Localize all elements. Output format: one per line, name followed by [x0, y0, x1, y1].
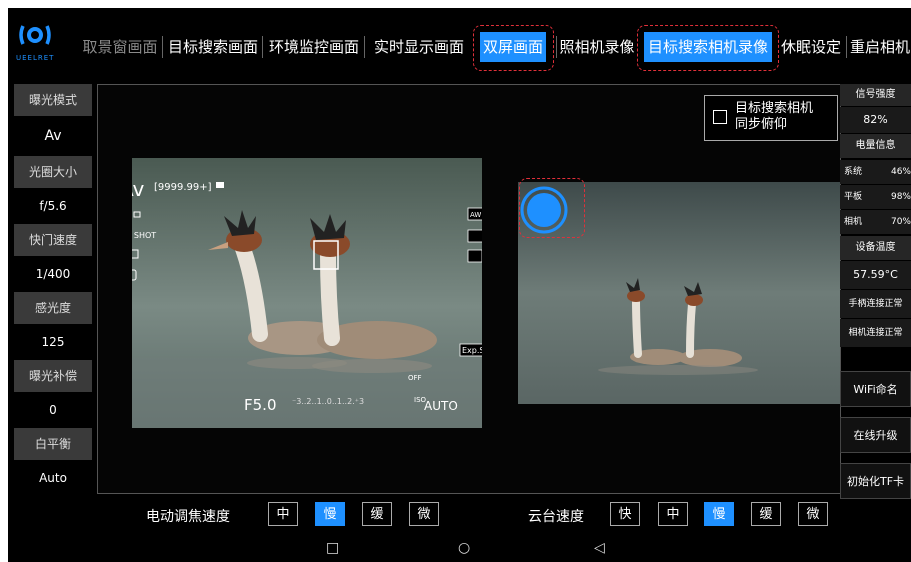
speed-control-bar: 电动调焦速度 中 慢 缓 微 云台速度 快 中 慢 缓 微 [8, 498, 911, 538]
ptz-speed-fast[interactable]: 快 [610, 502, 640, 526]
focus-speed-micro[interactable]: 微 [409, 502, 439, 526]
battery-info-label: 电量信息 [840, 134, 911, 158]
aperture-label: 光圈大小 [14, 156, 92, 188]
tab-camera-recording[interactable]: 照相机录像 [558, 32, 636, 62]
tab-divider [846, 36, 847, 58]
sync-label-line2: 同步俯仰 [735, 117, 788, 132]
focus-speed-gentle[interactable]: 缓 [362, 502, 392, 526]
mode-indicator: Av [132, 177, 145, 201]
shots-remaining: [9999.99+] [154, 182, 212, 193]
online-upgrade-button[interactable]: 在线升级 [840, 417, 911, 453]
home-icon[interactable]: ○ [458, 540, 470, 556]
battery-system-name: 系统 [844, 167, 863, 177]
system-nav-bar: □ ○ ◁ [8, 538, 911, 562]
highlight-outline [473, 25, 554, 71]
highlight-outline [637, 25, 779, 71]
white-balance-value[interactable]: Auto [14, 462, 92, 494]
focus-speed-medium[interactable]: 中 [268, 502, 298, 526]
aperture-readout: F5.0 [244, 396, 276, 414]
dual-view-area: 目标搜索相机 同步俯仰 v [9999.99+] SHOT AW Exp.S O… [97, 84, 841, 494]
exposure-mode-value[interactable]: Av [14, 118, 92, 154]
checkbox-box[interactable] [713, 110, 727, 124]
format-tf-card-button[interactable]: 初始化TF卡 [840, 463, 911, 499]
image-quality-icon [467, 249, 482, 263]
battery-camera: 相机 70% [840, 210, 911, 234]
ptz-speed-slow[interactable]: 慢 [704, 502, 734, 526]
battery-camera-value: 70% [890, 217, 911, 227]
camera-live-view[interactable]: Av [9999.99+] AF ONE SHOT AWB Exp.SIM OF… [132, 158, 482, 428]
back-icon[interactable]: ◁ [594, 540, 605, 556]
battery-tablet: 平板 98% [840, 185, 911, 209]
tab-divider [262, 36, 263, 58]
white-balance-label: 白平衡 [14, 428, 92, 460]
ptz-speed-label: 云台速度 [528, 509, 584, 525]
tab-viewfinder[interactable]: 取景窗画面 [80, 32, 160, 62]
sync-tilt-checkbox[interactable]: 目标搜索相机 同步俯仰 [704, 95, 838, 141]
ptz-speed-gentle[interactable]: 缓 [751, 502, 781, 526]
picture-style-icon [467, 229, 482, 243]
shutter-speed-value[interactable]: 1/400 [14, 258, 92, 290]
tab-target-search[interactable]: 目标搜索画面 [166, 32, 260, 62]
tab-divider [162, 36, 163, 58]
awb-text: AWB [470, 211, 482, 219]
app-screen: UEELRET 取景窗画面 目标搜索画面 环境监控画面 实时显示画面 双屏画面 … [8, 8, 911, 562]
battery-icon [216, 182, 224, 188]
tab-environment-monitor[interactable]: 环境监控画面 [266, 32, 362, 62]
exp-sim-text: Exp.SIM [462, 346, 482, 355]
af-mode-label: ONE SHOT [132, 231, 156, 240]
device-temp-value: 57.59°C [840, 261, 911, 289]
battery-tablet-value: 98% [890, 192, 911, 202]
iso-label: 感光度 [14, 292, 92, 324]
exposure-settings-panel: 曝光模式 Av 光圈大小 f/5.6 快门速度 1/400 感光度 125 曝光… [14, 84, 92, 494]
camera-status: 相机连接正常 [840, 319, 911, 347]
exposure-compensation-label: 曝光补偿 [14, 360, 92, 392]
recent-apps-icon[interactable]: □ [326, 540, 339, 556]
signal-strength-value: 82% [840, 107, 911, 133]
battery-tablet-name: 平板 [844, 192, 863, 202]
focus-speed-label: 电动调焦速度 [146, 509, 230, 525]
ptz-speed-medium[interactable]: 中 [658, 502, 688, 526]
highlight-outline [519, 178, 585, 238]
exposure-level-scale: ⁻3..2..1..0..1..2.⁺3 [292, 397, 364, 406]
battery-camera-name: 相机 [844, 217, 863, 227]
sync-tilt-label: 目标搜索相机 同步俯仰 [735, 101, 813, 133]
exposure-compensation-value[interactable]: 0 [14, 394, 92, 426]
signal-strength-label: 信号强度 [840, 84, 911, 106]
wifi-rename-button[interactable]: WiFi命名 [840, 371, 911, 407]
tab-divider [364, 36, 365, 58]
battery-system-value: 46% [890, 167, 911, 177]
tab-divider [556, 36, 557, 58]
iso-indicator-value: AUTO [424, 399, 458, 413]
handle-status: 手柄连接正常 [840, 290, 911, 318]
tab-restart-camera[interactable]: 重启相机 [850, 32, 911, 62]
wifi-off-indicator: OFF [408, 374, 422, 382]
camera-logo-icon [19, 25, 51, 45]
shutter-speed-label: 快门速度 [14, 224, 92, 256]
device-temp-label: 设备温度 [840, 236, 911, 260]
top-tab-bar: UEELRET 取景窗画面 目标搜索画面 环境监控画面 实时显示画面 双屏画面 … [8, 8, 911, 78]
iso-value[interactable]: 125 [14, 326, 92, 358]
focus-speed-slow[interactable]: 慢 [315, 502, 345, 526]
ptz-speed-micro[interactable]: 微 [798, 502, 828, 526]
tab-sleep-settings[interactable]: 休眠设定 [778, 32, 844, 62]
exposure-mode-label: 曝光模式 [14, 84, 92, 116]
device-info-panel: 信号强度 82% 电量信息 系统 46% 平板 98% 相机 70% 设备温度 … [840, 84, 911, 499]
logo-text: UEELRET [16, 54, 55, 62]
battery-system: 系统 46% [840, 160, 911, 184]
tab-live-view[interactable]: 实时显示画面 [368, 32, 470, 62]
brand-logo: UEELRET [16, 22, 54, 70]
aperture-value[interactable]: f/5.6 [14, 190, 92, 222]
sync-label-line1: 目标搜索相机 [735, 101, 814, 116]
